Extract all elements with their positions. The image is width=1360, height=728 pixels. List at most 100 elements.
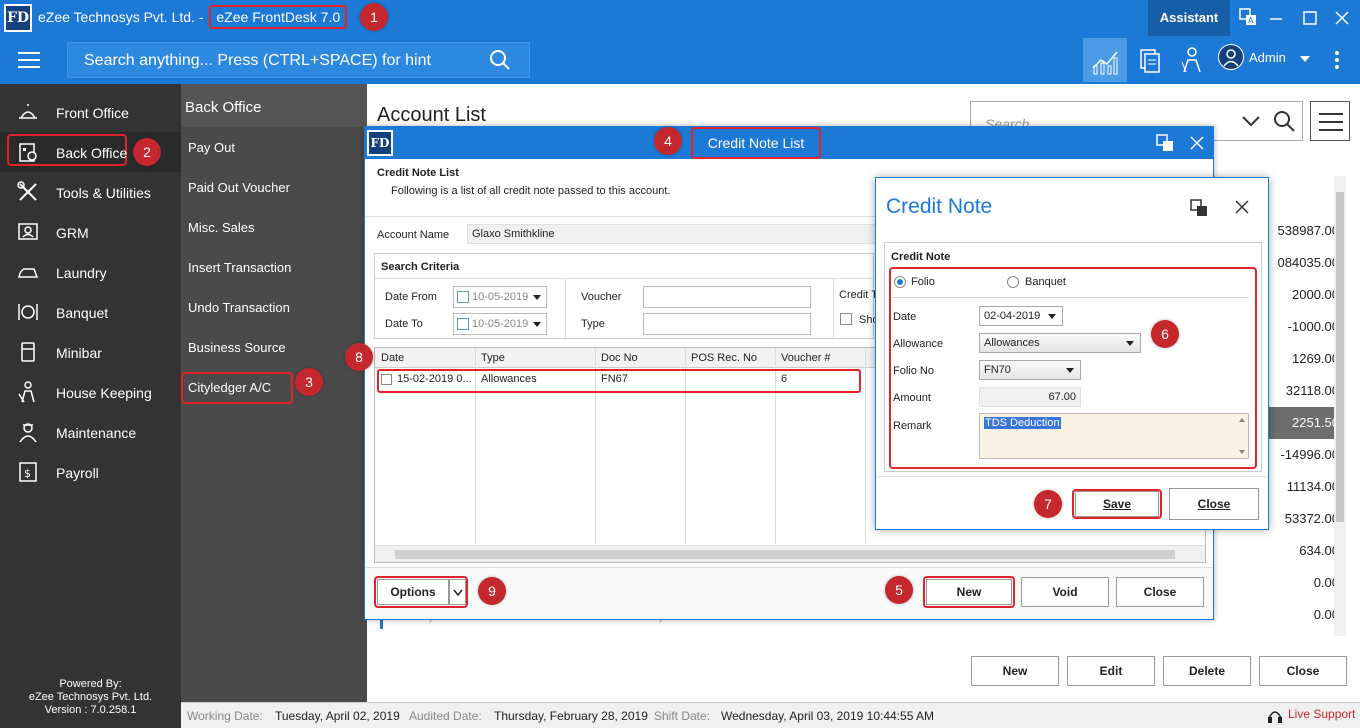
voucher-input[interactable] [643,286,811,308]
sidebar-item-house-keeping[interactable]: House Keeping [0,372,181,412]
close-window-icon[interactable] [1332,8,1352,28]
app-logo: FD [4,4,32,32]
user-menu[interactable]: Admin [1216,43,1326,77]
sidebar-item-grm[interactable]: GRM [0,212,181,252]
edit-account-button[interactable]: Edit [1067,656,1155,686]
type-input[interactable] [643,313,811,335]
submenu-item-pay-out[interactable]: Pay Out [188,140,235,155]
date-from-value: 10-05-2019 [472,291,529,303]
search-criteria-title: Search Criteria [381,261,460,273]
sidebar-item-minibar[interactable]: Minibar [0,332,181,372]
live-support-link[interactable]: Live Support [1288,707,1355,721]
credit-note-list-title: Credit Note List [691,127,821,159]
more-options-icon[interactable] [1335,51,1339,69]
search-icon[interactable] [489,49,511,71]
sidebar-item-label: Banquet [56,305,109,321]
submenu-item-undo-transaction[interactable]: Undo Transaction [188,300,290,315]
credit-note-list-heading: Credit Note List [377,167,459,179]
sidebar-item-label: House Keeping [56,385,152,401]
sidebar-item-front-office[interactable]: Front Office [0,92,181,132]
sidebar-item-label: Payroll [56,465,99,481]
housekeeping-tool-icon[interactable] [1170,38,1214,82]
date-to-value: 10-05-2019 [472,318,529,330]
banquet-radio[interactable] [1007,276,1019,288]
column-header-date[interactable]: Date [381,352,404,364]
sidebar-item-payroll[interactable]: $ Payroll [0,452,181,492]
date-from-picker[interactable]: 10-05-2019 [453,286,547,308]
search-icon[interactable] [1273,110,1297,134]
amount-field: 67.00 [979,387,1081,407]
grid-horizontal-scrollbar[interactable] [375,545,1205,562]
banquet-label: Banquet [1025,276,1066,288]
submenu-item-paid-out-voucher[interactable]: Paid Out Voucher [188,180,290,195]
show-checkbox[interactable] [840,313,852,325]
remark-label: Remark [893,420,932,432]
global-search-placeholder: Search anything... Press (CTRL+SPACE) fo… [84,52,431,69]
sidebar-item-maintenance[interactable]: Maintenance [0,412,181,452]
folio-no-label: Folio No [893,365,934,377]
translate-icon[interactable] [1156,134,1174,152]
close-icon[interactable] [1189,135,1205,151]
list-view-icon[interactable] [1310,101,1350,141]
close-button[interactable]: Close [1169,488,1259,520]
folio-no-select[interactable]: FN70 [979,360,1081,380]
account-balance: 53372.00 [1284,511,1339,526]
void-button[interactable]: Void [1021,577,1109,607]
minimize-icon[interactable] [1266,8,1286,28]
remark-textarea[interactable]: TDS Deduction [979,413,1249,459]
options-dropdown[interactable] [449,579,466,605]
submenu-item-misc-sales[interactable]: Misc. Sales [188,220,254,235]
menu-icon[interactable] [18,52,40,68]
payroll-icon: $ [19,462,37,482]
allowance-select[interactable]: Allowances [979,333,1141,353]
company-name: eZee Technosys Pvt. Ltd. - [38,9,208,25]
new-account-button[interactable]: New [971,656,1059,686]
translate-icon[interactable]: A [1238,8,1258,28]
account-balance-selected[interactable]: 2251.50 [1263,407,1343,439]
account-list-scrollbar[interactable] [1334,176,1346,636]
maintenance-icon [19,423,37,443]
submenu-item-cityledger[interactable]: Cityledger A/C [181,372,293,404]
column-header-voucher[interactable]: Voucher # [781,352,831,364]
assistant-button[interactable]: Assistant [1148,0,1230,36]
close-list-button[interactable]: Close [1116,577,1204,607]
sidebar-item-label: Minibar [56,345,102,361]
cell-date: 15-02-2019 0... [397,373,472,385]
remark-scrollbar[interactable] [1236,414,1248,458]
folio-radio[interactable] [894,276,906,288]
maximize-icon[interactable] [1300,8,1320,28]
chevron-down-icon[interactable] [1241,114,1261,128]
row-checkbox[interactable] [381,374,392,385]
save-button[interactable]: Save [1075,491,1159,517]
back-office-submenu: Back Office Pay Out Paid Out Voucher Mis… [181,84,367,702]
sidebar-item-laundry[interactable]: Laundry [0,252,181,292]
search-criteria-group: Search Criteria Date From 10-05-2019 Dat… [374,253,874,339]
tools-icon [17,181,37,201]
cell-type: Allowances [481,373,537,385]
dashboard-chart-icon[interactable] [1083,38,1127,82]
chevron-down-icon [1048,314,1056,319]
options-button[interactable]: Options [377,579,449,605]
chevron-down-icon [533,322,541,327]
date-picker[interactable]: 02-04-2019 [979,306,1063,326]
translate-icon[interactable] [1190,199,1208,217]
shift-date-value: Wednesday, April 03, 2019 10:44:55 AM [721,709,935,723]
documents-icon[interactable] [1127,38,1171,82]
global-search-input[interactable]: Search anything... Press (CTRL+SPACE) fo… [67,42,530,78]
credit-note-list-description: Following is a list of all credit note p… [391,185,671,197]
sidebar-item-tools-utilities[interactable]: Tools & Utilities [0,172,181,212]
cell-doc-no: FN67 [601,373,628,385]
submenu-item-business-source[interactable]: Business Source [188,340,286,355]
delete-account-button[interactable]: Delete [1163,656,1251,686]
column-header-doc-no[interactable]: Doc No [601,352,638,364]
new-credit-note-button[interactable]: New [926,579,1012,605]
close-icon[interactable] [1234,199,1250,215]
submenu-item-insert-transaction[interactable]: Insert Transaction [188,260,291,275]
back-office-icon [19,143,37,162]
column-header-type[interactable]: Type [481,352,505,364]
date-to-picker[interactable]: 10-05-2019 [453,313,547,335]
shift-date-label: Shift Date: [654,709,711,723]
close-account-list-button[interactable]: Close [1259,656,1347,686]
sidebar-item-banquet[interactable]: Banquet [0,292,181,332]
column-header-pos-rec-no[interactable]: POS Rec. No [691,352,757,364]
